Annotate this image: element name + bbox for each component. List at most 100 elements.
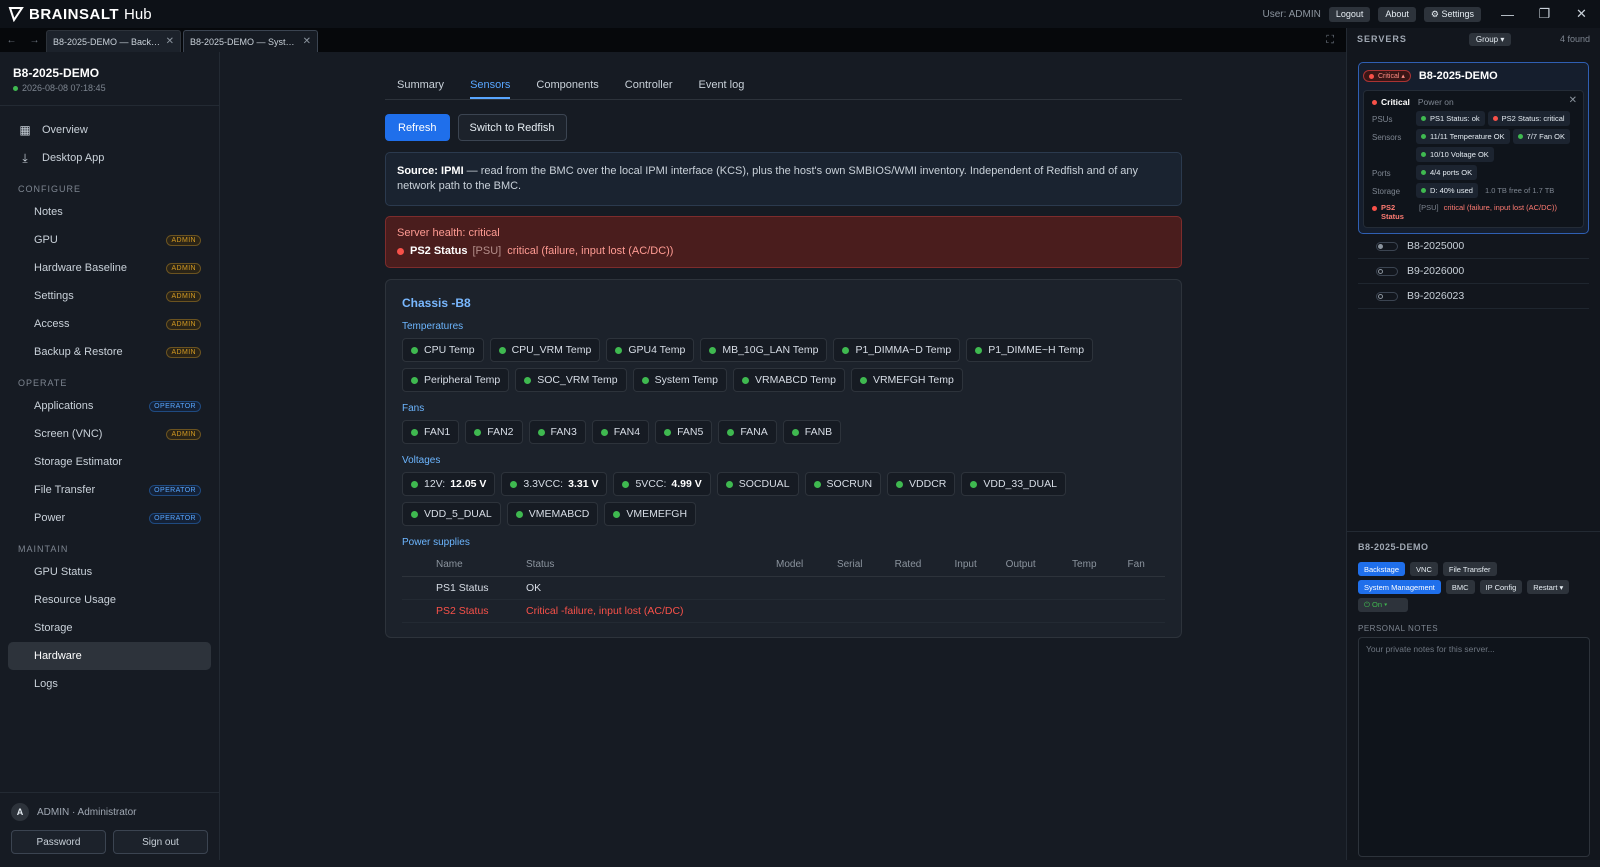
file-transfer-button[interactable]: File Transfer — [1442, 562, 1497, 576]
sidebar-item-desktop-app[interactable]: ⤓ Desktop App — [8, 144, 211, 172]
sidebar-item-resource-usage[interactable]: Resource Usage — [8, 586, 211, 614]
chip-text: 10/10 Voltage OK — [1430, 150, 1489, 159]
sidebar-item-hardware-baseline[interactable]: Hardware Baseline ADMIN — [8, 254, 211, 282]
tab-system-management[interactable]: B8-2025-DEMO — System Management ✕ — [183, 30, 318, 52]
sensor-name: Peripheral Temp — [424, 374, 501, 386]
toggle-icon[interactable] — [1376, 291, 1398, 301]
sidebar-item-label: Notes — [34, 206, 63, 218]
bmc-button[interactable]: BMC — [1445, 580, 1475, 594]
server-timestamp: 2026-08-08 07:18:45 — [13, 83, 219, 93]
power-dropdown[interactable]: ⏻ On ▾ — [1358, 598, 1408, 612]
sensor-chip: VDD_33_DUAL — [961, 472, 1066, 496]
psu-rated — [890, 576, 951, 600]
restore-icon[interactable]: ❐ — [1526, 0, 1563, 28]
sidebar-item-hardware[interactable]: Hardware — [8, 642, 211, 670]
ip-config-button[interactable]: IP Config — [1479, 580, 1523, 594]
sidebar-item-storage[interactable]: Storage — [8, 614, 211, 642]
server-list-item[interactable]: B9-2026023 — [1358, 284, 1589, 309]
forward-icon[interactable]: → — [30, 35, 40, 46]
server-list-item[interactable]: B9-2026000 — [1358, 259, 1589, 284]
close-icon[interactable]: ✕ — [1563, 0, 1600, 28]
title-bar: BRAINSALT Hub User: ADMIN Logout About ⚙… — [0, 0, 1600, 28]
sidebar-item-gpu[interactable]: GPU ADMIN — [8, 226, 211, 254]
close-tab-icon[interactable]: ✕ — [303, 36, 311, 47]
tab-summary[interactable]: Summary — [397, 79, 444, 99]
column-header: Serial — [832, 554, 891, 577]
system-management-button[interactable]: System Management — [1358, 580, 1441, 594]
app-logo: BRAINSALT Hub — [8, 6, 152, 23]
toggle-icon[interactable] — [1376, 266, 1398, 276]
servers-header: SERVERS Group ▾ 4 found — [1347, 28, 1600, 50]
status-column-header — [402, 554, 432, 577]
health-state: Critical — [1381, 97, 1410, 107]
sidebar-item-label: Storage Estimator — [34, 456, 123, 468]
sidebar-item-logs[interactable]: Logs — [8, 670, 211, 698]
storage-row: Storage D: 40% used 1.0 TB free of 1.7 T… — [1372, 183, 1577, 198]
group-dropdown[interactable]: Group ▾ — [1468, 32, 1512, 46]
sidebar-item-screen-vnc[interactable]: Screen (VNC) ADMIN — [8, 420, 211, 448]
chassis-title: Chassis -B8 — [402, 296, 471, 310]
restart-dropdown[interactable]: Restart ▾ — [1527, 580, 1570, 594]
password-button[interactable]: Password — [11, 830, 106, 854]
sensor-chip: 5VCC: 4.99 V — [613, 472, 711, 496]
logout-button[interactable]: Logout — [1328, 6, 1371, 22]
sidebar-item-storage-estimator[interactable]: Storage Estimator — [8, 448, 211, 476]
notes-textarea[interactable]: Your private notes for this server... — [1358, 637, 1590, 857]
selected-server-title: B8-2025-DEMO — [1358, 542, 1429, 552]
sidebar-item-notes[interactable]: Notes — [8, 198, 211, 226]
column-header: Status — [522, 554, 772, 577]
sensor-name: SOCRUN — [826, 478, 873, 490]
table-row: PS1 Status OK — [402, 576, 1165, 600]
sidebar-item-label: Applications — [34, 400, 94, 412]
ok-dot — [813, 480, 821, 488]
minimize-icon[interactable]: — — [1489, 0, 1526, 28]
backstage-button[interactable]: Backstage — [1358, 562, 1406, 576]
close-icon[interactable]: ✕ — [1569, 95, 1577, 106]
sidebar-item-gpu-status[interactable]: GPU Status — [8, 558, 211, 586]
sensor-chip: VMEMEFGH — [604, 502, 697, 526]
gear-icon: ⚙ — [1430, 8, 1442, 19]
switch-to-redfish-button[interactable]: Switch to Redfish — [457, 114, 567, 141]
expand-icon[interactable]: ⛶ — [1326, 34, 1334, 47]
sidebar-item-settings[interactable]: Settings ADMIN — [8, 282, 211, 310]
sensor-name: VDDCR — [909, 478, 947, 490]
ok-dot — [498, 346, 506, 354]
storage-note: 1.0 TB free of 1.7 TB — [1484, 186, 1555, 195]
settings-button[interactable]: ⚙ Settings — [1423, 6, 1481, 22]
vnc-button[interactable]: VNC — [1410, 562, 1438, 576]
server-list-item[interactable]: B8-2025000 — [1358, 234, 1589, 259]
sidebar-item-overview[interactable]: ▦ Overview — [8, 116, 211, 144]
psu-fan — [1123, 576, 1165, 600]
toggle-icon[interactable] — [1376, 241, 1398, 251]
psu-output — [1001, 599, 1069, 623]
sensor-name: 12V: — [424, 478, 446, 490]
ports-row: Ports 4/4 ports OK — [1372, 165, 1577, 180]
sidebar-item-backup-restore[interactable]: Backup & Restore ADMIN — [8, 338, 211, 366]
psus-row: PSUs PS1 Status: ok PS2 Status: critical — [1372, 111, 1577, 126]
tab-controller[interactable]: Controller — [625, 79, 673, 99]
tab-components[interactable]: Components — [536, 79, 598, 99]
server-card-selected[interactable]: Critical ▴ B8-2025-DEMO ✕ Critical Power … — [1358, 62, 1589, 234]
back-icon[interactable]: ← — [7, 35, 17, 46]
temperature-chips: CPU Temp CPU_VRM Temp GPU4 Temp MB_10G_L… — [402, 338, 1165, 392]
sensor-chip: MB_10G_LAN Temp — [700, 338, 828, 362]
sidebar-item-applications[interactable]: Applications OPERATOR — [8, 392, 211, 420]
product-name: Hub — [124, 5, 152, 23]
tab-sensors[interactable]: Sensors — [470, 79, 511, 99]
sidebar-item-file-transfer[interactable]: File Transfer OPERATOR — [8, 476, 211, 504]
sensor-name: VDD_5_DUAL — [424, 508, 492, 520]
sensor-chip: FAN1 — [402, 420, 460, 444]
online-status-dot — [13, 85, 18, 91]
sign-out-button[interactable]: Sign out — [113, 830, 208, 854]
sensor-name: MB_10G_LAN Temp — [722, 344, 819, 356]
critical-pill[interactable]: Critical ▴ — [1363, 70, 1411, 82]
close-tab-icon[interactable]: ✕ — [166, 36, 174, 47]
about-button[interactable]: About — [1378, 6, 1416, 22]
tab-backstage[interactable]: B8-2025-DEMO — Backstage ✕ — [46, 30, 181, 52]
refresh-button[interactable]: Refresh — [385, 114, 450, 141]
sidebar-item-power[interactable]: Power OPERATOR — [8, 504, 211, 532]
ok-dot — [411, 346, 418, 354]
sidebar-item-access[interactable]: Access ADMIN — [8, 310, 211, 338]
ok-dot — [622, 480, 630, 488]
tab-event-log[interactable]: Event log — [698, 79, 744, 99]
